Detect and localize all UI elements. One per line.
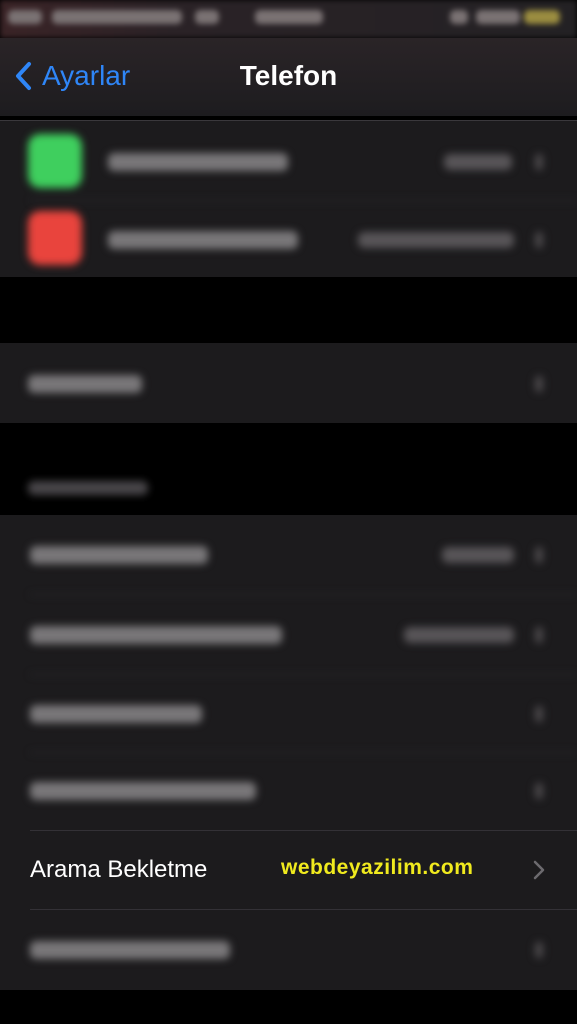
divider [30, 830, 577, 831]
lock-rotation-icon [450, 10, 468, 24]
list-item-label [30, 546, 208, 564]
phone-icon [28, 134, 82, 188]
list-item-value [358, 232, 514, 248]
list-item-label [30, 705, 202, 723]
chevron-right-icon [535, 547, 543, 563]
status-bar [0, 0, 577, 38]
list-item[interactable] [0, 910, 577, 990]
list-item[interactable] [0, 515, 577, 595]
block-icon [28, 211, 82, 265]
list-item[interactable] [0, 121, 577, 201]
chevron-right-icon [535, 706, 543, 722]
list-item-label [108, 231, 298, 249]
battery-icon [524, 10, 560, 24]
list-item[interactable] [0, 343, 577, 423]
section-header [28, 481, 148, 495]
list-item[interactable] [0, 753, 577, 830]
call-waiting-row[interactable]: Arama Bekletme webdeyazilim.com [0, 830, 577, 910]
chevron-right-icon [535, 627, 543, 643]
list-item[interactable] [0, 595, 577, 675]
chevron-right-icon [535, 376, 543, 392]
chevron-right-icon [533, 860, 545, 880]
chevron-right-icon [535, 232, 543, 248]
wifi-icon [195, 10, 219, 24]
clock-label [255, 10, 323, 24]
list-item-label [30, 782, 256, 800]
chevron-right-icon [535, 942, 543, 958]
list-item-label [28, 375, 142, 393]
watermark-text: webdeyazilim.com [281, 856, 474, 879]
section-gap [0, 423, 577, 515]
section-gap [0, 990, 577, 1024]
list-item-value [442, 547, 514, 563]
chevron-right-icon [535, 154, 543, 170]
carrier-label [52, 10, 182, 24]
page-title: Telefon [239, 60, 338, 91]
battery-percent [476, 10, 520, 24]
call-waiting-label: Arama Bekletme [30, 856, 208, 883]
navigation-bar: Ayarlar Telefon [0, 38, 577, 116]
caller-id-group [0, 910, 577, 990]
chevron-right-icon [535, 783, 543, 799]
section-gap [0, 277, 577, 343]
list-item-value [444, 154, 512, 170]
list-item-label [30, 626, 282, 644]
list-item-label [30, 941, 230, 959]
numbers-group [0, 343, 577, 423]
signal-icon [8, 10, 42, 24]
list-item-label [108, 153, 288, 171]
list-item[interactable] [0, 201, 577, 277]
list-item-value [404, 627, 514, 643]
calls-group [0, 121, 577, 277]
list-item[interactable] [0, 675, 577, 753]
